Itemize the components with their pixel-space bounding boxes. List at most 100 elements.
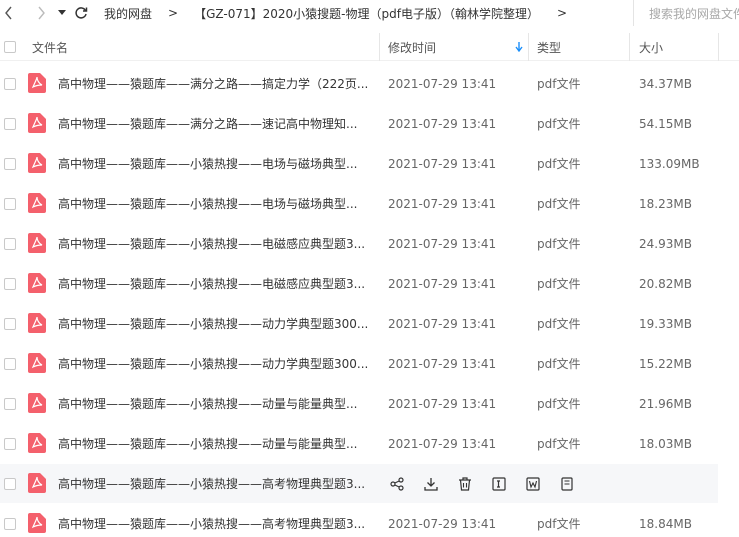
download-button[interactable] xyxy=(422,475,440,493)
file-row[interactable]: 高中物理——猿题库——小猿热搜——电磁感应典型题3... 2021-07-29 … xyxy=(0,224,739,263)
file-name[interactable]: 高中物理——猿题库——小猿热搜——电磁感应典型题3... xyxy=(58,224,365,263)
row-checkbox[interactable] xyxy=(4,518,16,530)
pdf-file-icon xyxy=(28,233,46,253)
file-name[interactable]: 高中物理——猿题库——小猿热搜——动力学典型题300... xyxy=(58,344,368,383)
file-modified-time: 2021-07-29 13:41 xyxy=(388,436,497,451)
file-list-header: 文件名 修改时间 类型 大小 xyxy=(0,33,739,61)
file-name[interactable]: 高中物理——猿题库——满分之路——速记高中物理知... xyxy=(58,104,357,143)
file-type: pdf文件 xyxy=(537,277,581,291)
download-icon xyxy=(424,478,438,491)
column-header-type[interactable]: 类型 xyxy=(537,33,561,61)
breadcrumb-separator: > xyxy=(168,6,179,20)
row-checkbox[interactable] xyxy=(4,78,16,90)
column-header-name[interactable]: 文件名 xyxy=(32,33,68,61)
sort-descending-icon[interactable] xyxy=(515,42,523,52)
top-navigation-bar: 我的网盘 > 【GZ-071】2020小猿搜题-物理（pdf电子版）（翰林学院整… xyxy=(0,0,739,26)
share-button[interactable] xyxy=(388,475,406,493)
breadcrumb: 我的网盘 > 【GZ-071】2020小猿搜题-物理（pdf电子版）（翰林学院整… xyxy=(104,5,583,22)
word-convert-icon xyxy=(526,477,540,491)
row-checkbox[interactable] xyxy=(4,158,16,170)
file-name[interactable]: 高中物理——猿题库——满分之路——搞定力学（222页... xyxy=(58,64,368,103)
file-type: pdf文件 xyxy=(537,317,581,331)
file-modified-time: 2021-07-29 13:41 xyxy=(388,356,497,371)
pdf-file-icon xyxy=(28,73,46,93)
column-header-size[interactable]: 大小 xyxy=(639,33,663,61)
file-name[interactable]: 高中物理——猿题库——小猿热搜——电磁感应典型题3... xyxy=(58,264,365,303)
breadcrumb-root[interactable]: 我的网盘 xyxy=(104,5,152,22)
file-row[interactable]: 高中物理——猿题库——小猿热搜——高考物理典型题3... 2021-07-29 … xyxy=(0,504,739,537)
row-checkbox[interactable] xyxy=(4,438,16,450)
pdf-file-icon xyxy=(28,113,46,133)
row-checkbox[interactable] xyxy=(4,478,16,490)
file-modified-time: 2021-07-29 13:41 xyxy=(388,236,497,251)
refresh-icon xyxy=(75,7,88,19)
file-row[interactable]: 高中物理——猿题库——小猿热搜——动力学典型题300... 2021-07-29… xyxy=(0,304,739,343)
refresh-button[interactable] xyxy=(72,0,90,26)
file-modified-time: 2021-07-29 13:41 xyxy=(388,196,497,211)
file-modified-time: 2021-07-29 13:41 xyxy=(388,76,497,91)
breadcrumb-separator[interactable]: > xyxy=(557,6,567,20)
breadcrumb-current-folder[interactable]: 【GZ-071】2020小猿搜题-物理（pdf电子版）（翰林学院整理） xyxy=(194,5,539,22)
row-checkbox[interactable] xyxy=(4,358,16,370)
pdf-file-icon xyxy=(28,313,46,333)
file-modified-time: 2021-07-29 13:41 xyxy=(388,396,497,411)
file-size: 18.23MB xyxy=(639,196,692,211)
column-divider[interactable] xyxy=(379,33,380,61)
file-type: pdf文件 xyxy=(537,237,581,251)
select-all-checkbox[interactable] xyxy=(4,33,16,61)
row-checkbox[interactable] xyxy=(4,398,16,410)
file-row[interactable]: 高中物理——猿题库——满分之路——搞定力学（222页... 2021-07-29… xyxy=(0,64,739,103)
row-checkbox[interactable] xyxy=(4,198,16,210)
file-row-hovered[interactable]: 高中物理——猿题库——小猿热搜——高考物理典型题3... xyxy=(0,464,718,503)
row-checkbox[interactable] xyxy=(4,118,16,130)
file-name[interactable]: 高中物理——猿题库——小猿热搜——高考物理典型题3... xyxy=(58,504,365,537)
convert-to-word-button[interactable] xyxy=(524,475,542,493)
file-row[interactable]: 高中物理——猿题库——小猿热搜——电场与磁场典型... 2021-07-29 1… xyxy=(0,144,739,183)
row-action-toolbar xyxy=(388,474,592,494)
file-name[interactable]: 高中物理——猿题库——小猿热搜——动量与能量典型... xyxy=(58,424,357,463)
file-name[interactable]: 高中物理——猿题库——小猿热搜——电场与磁场典型... xyxy=(58,144,357,183)
file-type: pdf文件 xyxy=(537,77,581,91)
rename-icon xyxy=(492,477,506,491)
file-name[interactable]: 高中物理——猿题库——小猿热搜——动量与能量典型... xyxy=(58,384,357,423)
column-divider[interactable] xyxy=(718,33,719,61)
row-checkbox[interactable] xyxy=(4,238,16,250)
pdf-file-icon xyxy=(28,433,46,453)
file-name[interactable]: 高中物理——猿题库——小猿热搜——高考物理典型题3... xyxy=(58,464,365,503)
back-button[interactable] xyxy=(0,0,18,26)
file-row[interactable]: 高中物理——猿题库——小猿热搜——动力学典型题300... 2021-07-29… xyxy=(0,344,739,383)
row-checkbox[interactable] xyxy=(4,318,16,330)
file-size: 20.82MB xyxy=(639,276,692,291)
delete-button[interactable] xyxy=(456,475,474,493)
forward-button[interactable] xyxy=(32,0,50,26)
file-size: 15.22MB xyxy=(639,356,692,371)
file-name[interactable]: 高中物理——猿题库——小猿热搜——电场与磁场典型... xyxy=(58,184,357,223)
more-doc-icon xyxy=(561,477,573,491)
file-type: pdf文件 xyxy=(537,437,581,451)
row-checkbox[interactable] xyxy=(4,278,16,290)
file-modified-time: 2021-07-29 13:41 xyxy=(388,156,497,171)
search-input[interactable]: 搜索我的网盘文件 xyxy=(633,0,739,26)
file-type: pdf文件 xyxy=(537,157,581,171)
more-actions-button[interactable] xyxy=(558,475,576,493)
file-modified-time: 2021-07-29 13:41 xyxy=(388,316,497,331)
file-row[interactable]: 高中物理——猿题库——小猿热搜——动量与能量典型... 2021-07-29 1… xyxy=(0,424,739,463)
file-type: pdf文件 xyxy=(537,197,581,211)
column-divider[interactable] xyxy=(629,33,630,61)
file-type: pdf文件 xyxy=(537,117,581,131)
column-divider[interactable] xyxy=(528,33,529,61)
file-size: 54.15MB xyxy=(639,116,692,131)
rename-button[interactable] xyxy=(490,475,508,493)
pdf-file-icon xyxy=(28,273,46,293)
file-row[interactable]: 高中物理——猿题库——小猿热搜——电磁感应典型题3... 2021-07-29 … xyxy=(0,264,739,303)
column-header-modified[interactable]: 修改时间 xyxy=(388,33,436,61)
file-modified-time: 2021-07-29 13:41 xyxy=(388,516,497,531)
file-size: 34.37MB xyxy=(639,76,692,91)
trash-icon xyxy=(459,477,471,491)
history-dropdown-button[interactable] xyxy=(56,0,68,26)
file-name[interactable]: 高中物理——猿题库——小猿热搜——动力学典型题300... xyxy=(58,304,368,343)
file-row[interactable]: 高中物理——猿题库——小猿热搜——电场与磁场典型... 2021-07-29 1… xyxy=(0,184,739,223)
file-row[interactable]: 高中物理——猿题库——小猿热搜——动量与能量典型... 2021-07-29 1… xyxy=(0,384,739,423)
file-size: 21.96MB xyxy=(639,396,692,411)
file-row[interactable]: 高中物理——猿题库——满分之路——速记高中物理知... 2021-07-29 1… xyxy=(0,104,739,143)
